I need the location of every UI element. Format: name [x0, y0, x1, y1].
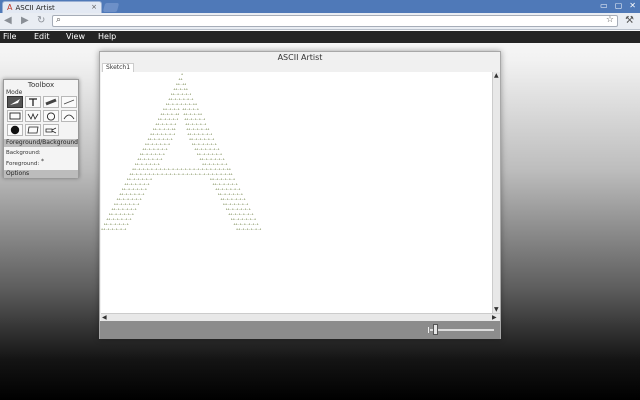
text-icon — [29, 97, 37, 106]
foreground-char[interactable]: * — [41, 158, 44, 165]
foreground-background-header[interactable]: Foreground/Background — [4, 139, 78, 147]
toolbox-panel: Toolbox Mode Foreground/Background Backg… — [3, 79, 79, 178]
app-menubar: File Edit View Help — [0, 31, 640, 43]
stamp-icon — [45, 127, 57, 134]
scroll-right-icon[interactable]: ▶ — [492, 314, 497, 321]
browser-tab-strip: A ASCII Artist × ▭ ▢ ✕ — [0, 0, 640, 13]
scroll-left-icon[interactable]: ◀ — [102, 314, 107, 321]
close-window-icon[interactable]: ✕ — [629, 1, 636, 10]
scroll-down-icon[interactable]: ▼ — [494, 306, 499, 313]
tab-close-icon[interactable]: × — [91, 3, 97, 11]
tool-grid — [7, 96, 78, 138]
pencil-tool-button[interactable] — [7, 96, 23, 108]
zigzag-icon — [27, 112, 39, 120]
bookmark-star-icon[interactable]: ☆ — [606, 15, 614, 25]
brush-tool-button[interactable] — [43, 96, 59, 108]
line-icon — [63, 99, 75, 105]
app-favicon-icon: A — [7, 3, 13, 12]
ascii-row: ++-+-+-+-+-+ — [101, 227, 127, 231]
back-arrow-icon[interactable]: ◀ — [4, 15, 12, 26]
pencil-icon — [10, 99, 20, 105]
ascii-artist-window: ASCII Artist Sketch1 + ++ ++-++ ++-+-++ ++-+… — [99, 51, 501, 339]
background-label: Background: — [6, 150, 41, 156]
window-controls: ▭ ▢ ✕ — [600, 1, 636, 10]
search-icon: ⌕ — [56, 15, 62, 25]
menu-view[interactable]: View — [66, 32, 85, 41]
menu-help[interactable]: Help — [98, 32, 116, 41]
forward-arrow-icon[interactable]: ▶ — [21, 15, 29, 26]
fill-circle-icon — [10, 125, 20, 135]
zoom-slider-thumb[interactable] — [433, 324, 439, 335]
text-tool-button[interactable] — [25, 96, 41, 108]
ellipse-icon — [46, 111, 56, 121]
menu-file[interactable]: File — [3, 32, 16, 41]
line-tool-button[interactable] — [61, 96, 77, 108]
menu-edit[interactable]: Edit — [34, 32, 50, 41]
tab-title: ASCII Artist — [15, 3, 55, 12]
browser-toolbar: ◀ ▶ ↻ ⌕ ☆ ⚒ — [0, 13, 640, 30]
fill-tool-button[interactable] — [7, 124, 23, 136]
ascii-row: ++-+-+-+-+-+ — [236, 227, 262, 231]
wrench-icon[interactable]: ⚒ — [625, 15, 634, 26]
reload-icon[interactable]: ↻ — [37, 15, 45, 26]
rectangle-tool-button[interactable] — [7, 110, 23, 122]
toolbox-title: Toolbox — [27, 81, 55, 89]
address-bar[interactable]: ⌕ ☆ — [52, 15, 618, 27]
horizontal-scrollbar[interactable]: ◀ ▶ — [101, 313, 500, 321]
new-tab-button[interactable] — [102, 3, 120, 12]
stamp-tool-button[interactable] — [43, 124, 59, 136]
eraser-icon — [27, 126, 39, 134]
rectangle-icon — [9, 112, 21, 120]
scroll-up-icon[interactable]: ▲ — [494, 72, 499, 79]
minimize-icon[interactable]: ▭ — [600, 1, 608, 10]
brush-icon — [45, 98, 57, 106]
zigzag-tool-button[interactable] — [25, 110, 41, 122]
browser-tab[interactable]: A ASCII Artist × — [2, 1, 102, 13]
vertical-scrollbar[interactable]: ▲ ▼ — [492, 72, 500, 313]
options-header[interactable]: Options — [4, 170, 78, 178]
curve-icon — [63, 114, 75, 120]
window-title: ASCII Artist — [277, 53, 323, 62]
drawing-canvas[interactable]: + ++ ++-++ ++-+-++ ++-+-+-+-+ ++-+-+-+-+-+ ++-… — [101, 72, 492, 313]
tab-sketch1[interactable]: Sketch1 — [102, 63, 135, 72]
eraser-tool-button[interactable] — [25, 124, 41, 136]
ellipse-tool-button[interactable] — [43, 110, 59, 122]
mode-label: Mode — [6, 89, 23, 96]
curve-tool-button[interactable] — [61, 110, 77, 122]
status-bar — [100, 321, 500, 339]
zoom-tick — [428, 327, 429, 333]
maximize-icon[interactable]: ▢ — [615, 1, 623, 10]
foreground-label: Foreground: — [6, 161, 40, 167]
zoom-slider-track[interactable] — [430, 329, 494, 331]
